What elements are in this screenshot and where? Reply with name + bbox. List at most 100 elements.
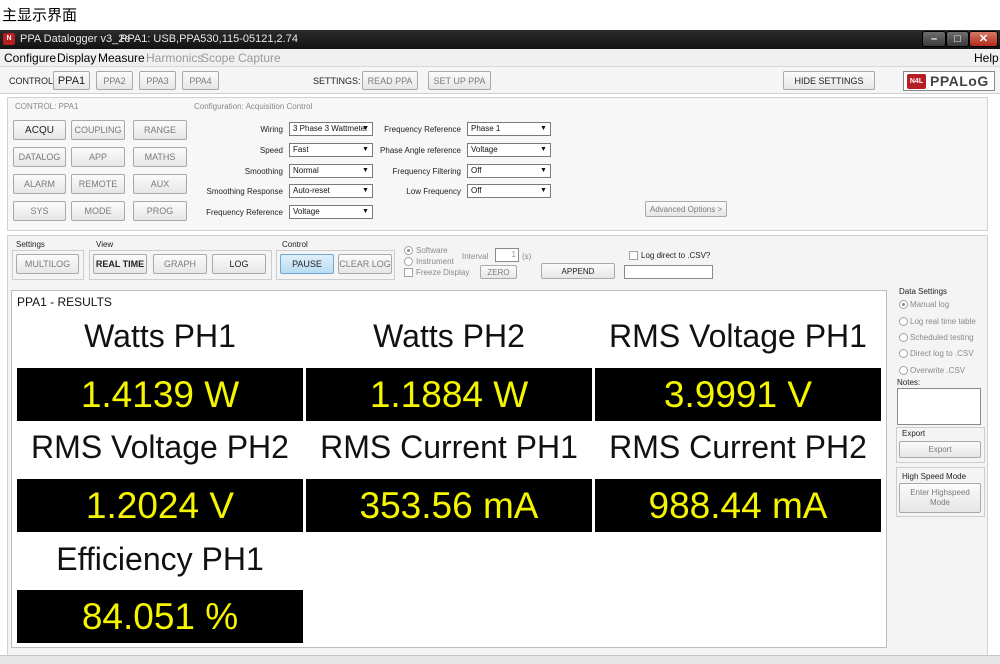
phase-angle-reference-select[interactable]: Voltage ▼ — [467, 143, 551, 157]
maximize-button[interactable]: □ — [946, 31, 969, 47]
pause-button[interactable]: PAUSE — [280, 254, 334, 274]
clear-log-button[interactable]: CLEAR LOG — [338, 254, 392, 274]
manual-log-label: Manual log — [910, 300, 950, 309]
nav-alarm-button[interactable]: ALARM — [13, 174, 66, 194]
speed-label: Speed — [259, 146, 283, 155]
settings-panel: CONTROL: PPA1 Configuration: Acquisition… — [7, 97, 988, 231]
data-settings-panel: Data Settings Manual log Log real time t… — [893, 286, 985, 654]
nav-aux-button[interactable]: AUX — [133, 174, 187, 194]
log-real-time-label: Log real time table — [910, 317, 976, 326]
smoothing-label: Smoothing — [244, 167, 283, 176]
nav-mode-button[interactable]: MODE — [71, 201, 125, 221]
graph-button[interactable]: GRAPH — [153, 254, 207, 274]
nav-coupling-button[interactable]: COUPLING — [71, 120, 125, 140]
menu-measure[interactable]: Measure — [98, 51, 145, 65]
freeze-display-label: Freeze Display — [416, 268, 470, 277]
frequency-filtering-select[interactable]: Off ▼ — [467, 164, 551, 178]
ppa2-button[interactable]: PPA2 — [96, 71, 133, 90]
close-button[interactable]: ✕ — [969, 31, 998, 47]
overwrite-csv-label: Overwrite .CSV — [910, 366, 966, 375]
smoothing-response-label: Smoothing Response — [206, 187, 284, 196]
append-button[interactable]: APPEND — [541, 263, 615, 279]
enter-highspeed-button[interactable]: Enter Highspeed Mode — [899, 483, 981, 513]
log-button[interactable]: LOG — [212, 254, 266, 274]
settings-group-label: Settings — [16, 240, 45, 249]
minimize-button[interactable]: – — [922, 31, 946, 47]
speed-value: Fast — [293, 145, 309, 154]
instrument-radio[interactable] — [404, 257, 413, 266]
wiring-value: 3 Phase 3 Wattmeter — [293, 124, 368, 133]
advanced-options-button[interactable]: Advanced Options > — [645, 201, 727, 217]
log-direct-csv-checkbox[interactable] — [629, 251, 638, 260]
app-icon: N — [3, 33, 15, 45]
zero-button[interactable]: ZERO — [480, 265, 517, 279]
window-subtitle: PPA1: USB,PPA530,115-05121,2.74 — [120, 33, 298, 45]
frequency-reference-select[interactable]: Voltage ▼ — [289, 205, 373, 219]
freeze-display-checkbox[interactable] — [404, 268, 413, 277]
phase-angle-reference-label: Phase Angle reference — [380, 146, 461, 155]
export-button[interactable]: Export — [899, 441, 981, 458]
scheduled-testing-radio[interactable] — [899, 333, 908, 342]
nav-range-button[interactable]: RANGE — [133, 120, 187, 140]
frequency-filtering-value: Off — [471, 166, 482, 175]
ppa1-button[interactable]: PPA1 — [53, 71, 90, 90]
watts-ph1-label: Watts PH1 — [84, 318, 236, 354]
nav-prog-button[interactable]: PROG — [133, 201, 187, 221]
menu-help[interactable]: Help — [974, 51, 999, 65]
hide-settings-button[interactable]: HIDE SETTINGS — [783, 71, 875, 90]
smoothing-response-select[interactable]: Auto-reset ▼ — [289, 184, 373, 198]
freq-ref-phase-value: Phase 1 — [471, 124, 501, 133]
rms-current-ph2-label: RMS Current PH2 — [609, 429, 867, 465]
read-ppa-button[interactable]: READ PPA — [362, 71, 418, 90]
notes-label: Notes: — [897, 378, 921, 387]
smoothing-select[interactable]: Normal ▼ — [289, 164, 373, 178]
rms-current-ph1-label: RMS Current PH1 — [320, 429, 578, 465]
real-time-button[interactable]: REAL TIME — [93, 254, 147, 274]
menu-capture[interactable]: Capture — [238, 51, 281, 65]
status-bar — [0, 655, 1000, 664]
freq-ref-phase-select[interactable]: Phase 1 ▼ — [467, 122, 551, 136]
window-title: PPA Datalogger v3_2e — [20, 33, 131, 45]
software-label: Software — [416, 246, 448, 255]
toolbar: CONTROL: PPA1 PPA2 PPA3 PPA4 SETTINGS: R… — [0, 67, 1000, 94]
manual-log-radio[interactable] — [899, 300, 908, 309]
rms-current-ph2-value: 988.44 mA — [595, 479, 881, 532]
menu-display[interactable]: Display — [57, 51, 96, 65]
speed-select[interactable]: Fast ▼ — [289, 143, 373, 157]
overwrite-csv-radio[interactable] — [899, 366, 908, 375]
interval-unit: (s) — [522, 252, 532, 261]
menu-bar: Configure Display Measure Harmonics Scop… — [0, 49, 1000, 67]
menu-scope[interactable]: Scope — [201, 51, 235, 65]
ppa3-button[interactable]: PPA3 — [139, 71, 176, 90]
interval-input[interactable]: 1 — [495, 248, 519, 262]
ppa4-button[interactable]: PPA4 — [182, 71, 219, 90]
nav-sys-button[interactable]: SYS — [13, 201, 66, 221]
menu-harmonics[interactable]: Harmonics — [146, 51, 203, 65]
nav-acqu-button[interactable]: ACQU — [13, 120, 66, 140]
control-group-label: Control — [282, 240, 308, 249]
efficiency-ph1-value: 84.051 % — [17, 590, 303, 643]
wiring-select[interactable]: 3 Phase 3 Wattmeter ▼ — [289, 122, 373, 136]
notes-textarea[interactable] — [897, 388, 981, 425]
data-settings-title: Data Settings — [899, 287, 948, 296]
set-up-ppa-button[interactable]: SET UP PPA — [428, 71, 491, 90]
low-frequency-select[interactable]: Off ▼ — [467, 184, 551, 198]
nav-app-button[interactable]: APP — [71, 147, 125, 167]
ppalog-logo: N4L PPALoG — [903, 71, 995, 91]
nav-remote-button[interactable]: REMOTE — [71, 174, 125, 194]
page-caption: 主显示界面 — [2, 6, 78, 24]
multilog-button[interactable]: MULTILOG — [16, 254, 79, 274]
results-panel: PPA1 - RESULTS Watts PH1 1.4139 W Watts … — [11, 290, 887, 648]
menu-configure[interactable]: Configure — [4, 51, 56, 65]
scheduled-testing-label: Scheduled testing — [910, 333, 974, 342]
freq-ref-phase-label: Frequency Reference — [384, 125, 461, 134]
log-real-time-radio[interactable] — [899, 317, 908, 326]
nav-datalog-button[interactable]: DATALOG — [13, 147, 66, 167]
csv-path-input[interactable] — [624, 265, 713, 279]
settings-label: SETTINGS: — [313, 76, 361, 86]
software-radio[interactable] — [404, 246, 413, 255]
direct-log-radio[interactable] — [899, 349, 908, 358]
chevron-down-icon: ▼ — [362, 208, 369, 215]
nav-maths-button[interactable]: MATHS — [133, 147, 187, 167]
high-speed-title: High Speed Mode — [902, 472, 967, 481]
